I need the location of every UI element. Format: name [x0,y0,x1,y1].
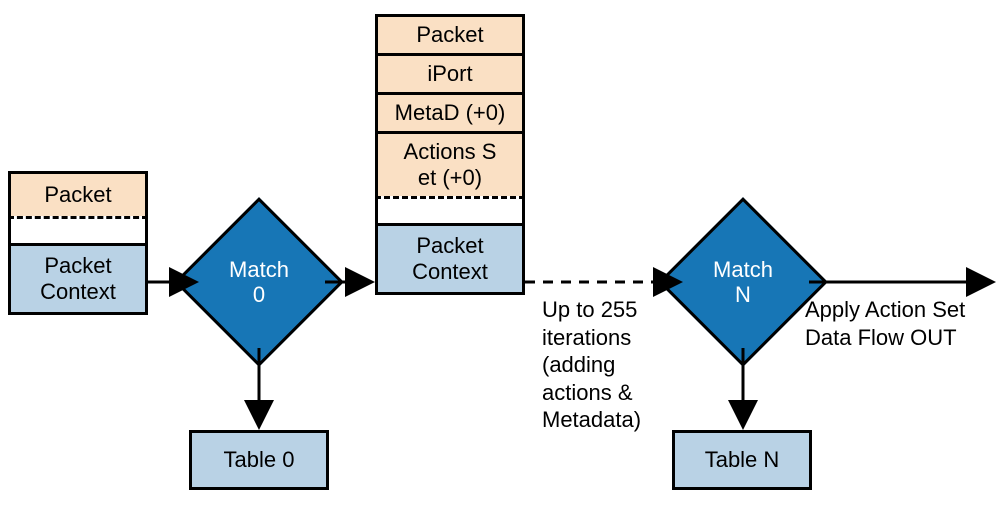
match-0-diamond: Match 0 [199,222,319,342]
stack2-metad: MetaD (+0) [375,92,525,134]
table-0: Table 0 [189,430,329,490]
stack1-gap [8,216,148,246]
iterations-annotation: Up to 255 iterations (adding actions & M… [542,296,641,434]
stack1-context: Packet Context [8,243,148,315]
stack2-gap [375,196,525,226]
stack2-context: Packet Context [375,223,525,295]
stack2-iport: iPort [375,53,525,95]
stack2-packet: Packet [375,14,525,56]
stack2-actions: Actions S et (+0) [375,131,525,199]
output-annotation: Apply Action Set Data Flow OUT [805,296,965,351]
stack1-packet: Packet [8,171,148,219]
match-0-label: Match 0 [199,222,319,342]
match-n-diamond: Match N [683,222,803,342]
match-n-label: Match N [683,222,803,342]
table-n: Table N [672,430,812,490]
